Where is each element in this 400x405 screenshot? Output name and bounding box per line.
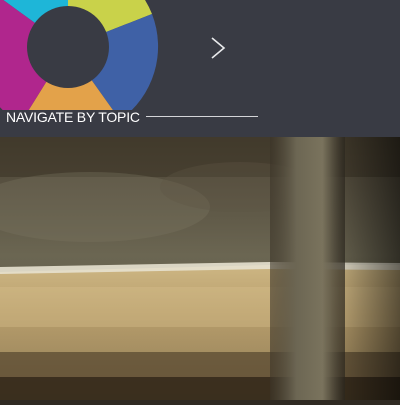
navigate-by-topic-label[interactable]: NAVIGATE BY TOPIC — [6, 107, 140, 127]
hero-photo — [0, 137, 400, 400]
divider-line — [146, 116, 258, 117]
topic-wheel[interactable] — [0, 0, 170, 110]
chevron-right-icon[interactable] — [205, 33, 233, 63]
topic-navigation-bar: NAVIGATE BY TOPIC — [0, 0, 400, 137]
wheel-center — [27, 6, 109, 88]
